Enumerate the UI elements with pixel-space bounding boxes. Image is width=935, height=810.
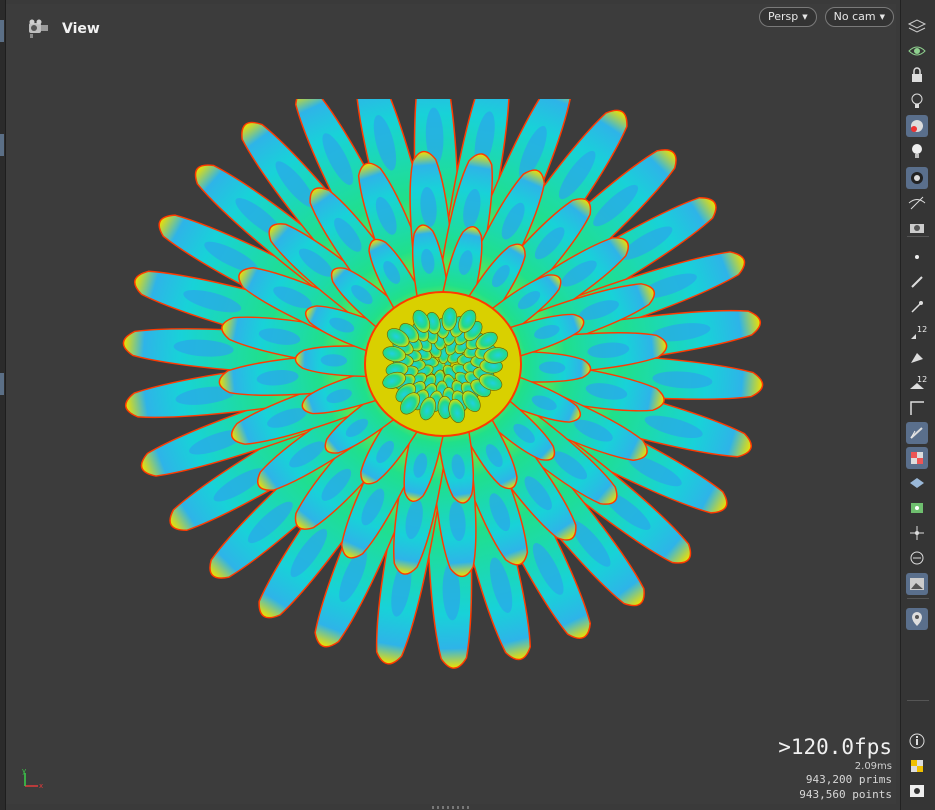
brush-icon[interactable] [906,271,928,293]
guide-icon[interactable] [906,422,928,444]
chevron-down-icon: ▼ [802,13,808,21]
camera-shading-icon[interactable] [906,167,928,189]
axis-gizmo: x y [20,767,44,796]
viewport-icon[interactable] [26,18,52,40]
viewport-title: View [62,21,100,37]
camera-dropdown[interactable]: No cam ▼ [824,7,894,27]
bulb-icon[interactable] [906,140,928,162]
color-palette-icon[interactable] [906,755,928,777]
snapshot-icon[interactable] [906,216,928,238]
toolbar-separator [907,598,929,599]
axis-x-label: x [39,782,43,790]
svg-text:12: 12 [917,375,927,384]
number-12-icon[interactable]: 12 [906,322,928,344]
visibility-icon[interactable] [906,40,928,62]
uv-icon[interactable] [906,497,928,519]
display-options-icon[interactable] [906,16,928,38]
scene-viewport[interactable]: View Persp ▼ No cam ▼ x y >120.0fps 2.09… [6,4,896,804]
perspective-label: Persp [768,10,799,23]
camera-label: No cam [833,10,876,23]
background-icon[interactable] [906,573,928,595]
lock-icon[interactable] [906,64,928,86]
toolbar-separator [907,236,929,237]
frame-time: 2.09ms [854,761,892,772]
toolbar-separator [907,700,929,701]
angle-icon[interactable] [906,397,928,419]
prim-count: 943,200 prims [805,773,892,786]
pick-icon[interactable] [906,296,928,318]
info-icon[interactable] [906,730,928,752]
left-panel-tab[interactable] [0,20,4,42]
checker-icon[interactable] [906,447,928,469]
fps-readout: >120.0fps [778,735,892,759]
light-icon[interactable] [906,90,928,112]
point-count: 943,560 points [799,788,892,801]
pin-icon[interactable] [906,608,928,630]
eye-tool-icon[interactable] [906,192,928,214]
flower-core [364,291,522,437]
svg-text:12: 12 [917,325,927,334]
paint-icon[interactable] [906,346,928,368]
number-12b-icon[interactable]: 12 [906,372,928,394]
list-icon[interactable] [906,547,928,569]
left-panel-tab[interactable] [0,134,4,156]
viewport-header: View [26,18,100,40]
left-panel-tab[interactable] [0,373,4,395]
axis-y-label: y [22,768,26,775]
perspective-dropdown[interactable]: Persp ▼ [759,7,817,27]
camera-controls: Persp ▼ No cam ▼ [759,7,894,27]
resize-grip[interactable] [410,806,490,810]
joint-icon[interactable] [906,522,928,544]
eye-icon[interactable] [906,780,928,802]
render-icon[interactable] [906,115,928,137]
chevron-down-icon: ▼ [879,13,885,21]
point-icon[interactable] [906,246,928,268]
viewport-toolbar: 12 12 [900,0,935,810]
chrysanthemum-model [122,99,764,669]
layer-icon[interactable] [906,472,928,494]
performance-stats: >120.0fps 2.09ms 943,200 prims 943,560 p… [778,735,892,802]
